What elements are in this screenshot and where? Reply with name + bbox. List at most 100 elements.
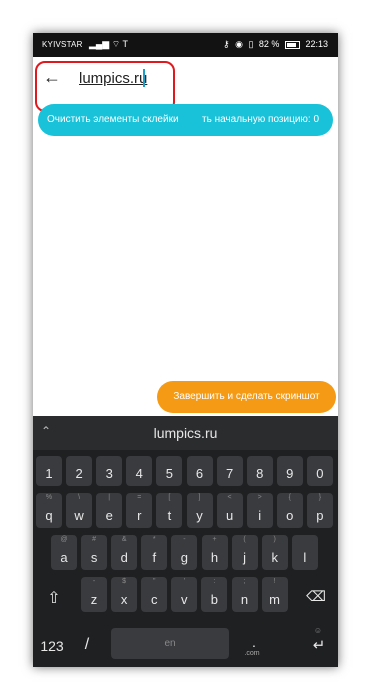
key-label: 4	[135, 466, 143, 481]
key-g[interactable]: -g	[171, 535, 198, 570]
key-label: m	[269, 592, 281, 607]
key-alt-label: =	[137, 494, 142, 501]
key-l[interactable]: l	[291, 535, 318, 570]
key-alt-label: ;	[243, 578, 246, 585]
carrier-label: KYIVSTAR	[42, 40, 83, 49]
key-alt-label: &	[121, 536, 127, 543]
key-k[interactable]: ) k	[261, 535, 288, 570]
key-label: q	[45, 508, 53, 523]
key-b[interactable]: :b	[201, 577, 228, 612]
key-alt-label: @	[60, 536, 68, 543]
key-d[interactable]: & d	[111, 535, 138, 570]
key-alt-label: $	[122, 578, 127, 585]
key-label: e	[105, 508, 113, 523]
key-label: 6	[195, 466, 204, 481]
key-label: p	[316, 508, 324, 523]
key-y[interactable]: ] y	[186, 493, 213, 528]
key-alt-label: :	[213, 578, 216, 585]
key-r[interactable]: = r	[126, 493, 153, 528]
key-label: 0	[316, 466, 324, 481]
com-hint: .com	[244, 650, 260, 657]
key-n[interactable]: ; n	[231, 577, 258, 612]
key-label: d	[120, 550, 128, 565]
key-label: z	[90, 592, 98, 607]
key-label: y	[196, 508, 203, 523]
key-label: f	[152, 550, 157, 565]
key-o[interactable]: {o	[276, 493, 303, 528]
key-alt-label: <	[227, 494, 232, 501]
key-label: o	[286, 508, 294, 523]
key-5[interactable]: 5	[156, 456, 183, 486]
key-alt-label: )	[273, 536, 276, 543]
key-label: a	[60, 550, 68, 565]
key-label: t	[167, 508, 172, 523]
battery-percent: 82 %	[258, 39, 280, 49]
key-w[interactable]: \ w	[66, 493, 93, 528]
key-2[interactable]: 2	[66, 456, 93, 486]
key-x[interactable]: $ x	[111, 577, 138, 612]
key-label: k	[271, 550, 278, 565]
page-content	[33, 137, 338, 416]
key-j[interactable]: (j	[231, 535, 258, 570]
key-label: j	[243, 550, 247, 565]
key-alt-label: |	[108, 494, 111, 501]
key-alt-label: +	[212, 536, 217, 543]
key-s[interactable]: # s	[81, 535, 108, 570]
key-p[interactable]: } p	[306, 493, 333, 528]
key-alt-label: {	[288, 494, 291, 501]
key-alt-label: }	[318, 494, 322, 501]
key-label: 3	[105, 466, 113, 481]
enter-icon[interactable]: ↵	[304, 636, 334, 654]
key-label: 8	[256, 466, 264, 481]
key-label: l	[303, 550, 307, 565]
vibrate-icon: ▯	[248, 39, 254, 49]
phone-frame: KYIVSTAR ▂▄▆ ⌔ T ⚷ ◉ ▯ 82 % 22:13 ← lump…	[33, 33, 338, 667]
key-alt-label: (	[243, 536, 246, 543]
finish-screenshot-button[interactable]: Завершить и сделать скриншот	[157, 381, 336, 413]
key-label: 1	[45, 466, 53, 481]
key-3[interactable]: 3	[96, 456, 123, 486]
clock: 22:13	[305, 39, 328, 49]
key-alt-label: %	[45, 494, 53, 501]
key-9[interactable]: 9	[276, 456, 303, 486]
slash-key[interactable]: /	[77, 636, 97, 654]
key-label: n	[240, 592, 249, 607]
toolbar-pill[interactable]: Очистить элементы склейки ть начальную п…	[38, 104, 333, 136]
key-label: g	[180, 550, 188, 565]
key-i[interactable]: > i	[246, 493, 273, 528]
key-u[interactable]: < u	[216, 493, 243, 528]
backspace-icon[interactable]: ⌫	[301, 588, 331, 605]
key-1[interactable]: 1	[36, 456, 62, 486]
shift-icon[interactable]: ⇧	[39, 588, 69, 608]
key-alt-label: ]	[198, 494, 201, 501]
space-bar[interactable]: en	[111, 628, 229, 659]
signal-icon: ▂▄▆ ⌔ T	[89, 39, 129, 49]
mode-123-key[interactable]: 123	[37, 638, 67, 654]
suggestion-word[interactable]: lumpics.ru	[33, 425, 338, 441]
start-position-button[interactable]: ть начальную позицию: 0	[202, 114, 319, 125]
battery-icon	[284, 40, 300, 49]
key-t[interactable]: [t	[156, 493, 183, 528]
key-label: w	[74, 508, 84, 523]
clear-stitch-button[interactable]: Очистить элементы склейки	[47, 114, 179, 125]
dot-key[interactable]: .	[239, 634, 269, 650]
key-e[interactable]: | e	[96, 493, 123, 528]
key-z[interactable]: -z	[81, 577, 107, 612]
key-8[interactable]: 8	[246, 456, 273, 486]
key-label: s	[90, 550, 98, 565]
key-c[interactable]: " c	[141, 577, 168, 612]
key-f[interactable]: * f	[141, 535, 168, 570]
key-v[interactable]: ' v	[171, 577, 198, 612]
key-m[interactable]: ! m	[261, 577, 288, 612]
key-label: u	[225, 508, 234, 523]
key-7[interactable]: 7	[216, 456, 243, 486]
key-q[interactable]: % q	[36, 493, 62, 528]
key-label: 7	[225, 466, 234, 481]
key-0[interactable]: 0	[306, 456, 333, 486]
key-4[interactable]: 4	[126, 456, 153, 486]
key-h[interactable]: + h	[201, 535, 228, 570]
key-label: 9	[286, 466, 294, 481]
key-alt-label: >	[257, 494, 262, 501]
key-6[interactable]: 6	[186, 456, 213, 486]
key-a[interactable]: @ a	[51, 535, 77, 570]
